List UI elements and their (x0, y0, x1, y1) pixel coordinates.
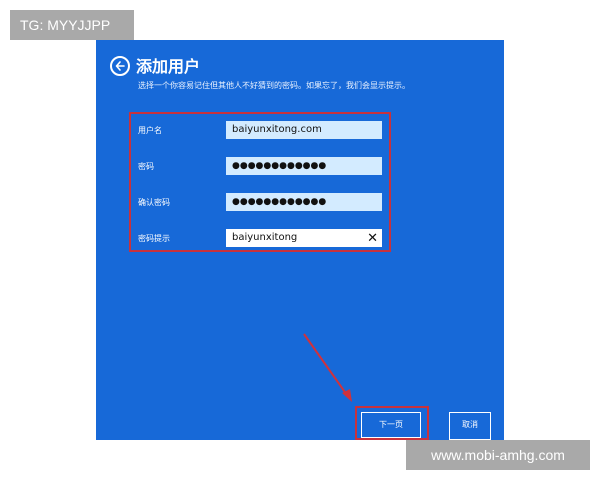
annotation-arrow-icon (303, 333, 352, 402)
watermark-top-left: TG: MYYJJPP (10, 10, 134, 40)
add-user-window: 添加用户 选择一个你容易记住但其他人不好猜到的密码。如果忘了，我们会显示提示。 … (96, 40, 504, 440)
cancel-button[interactable]: 取消 (449, 412, 491, 440)
watermark-bottom-right: www.mobi-amhg.com (406, 440, 590, 470)
next-button[interactable]: 下一页 (361, 412, 421, 438)
